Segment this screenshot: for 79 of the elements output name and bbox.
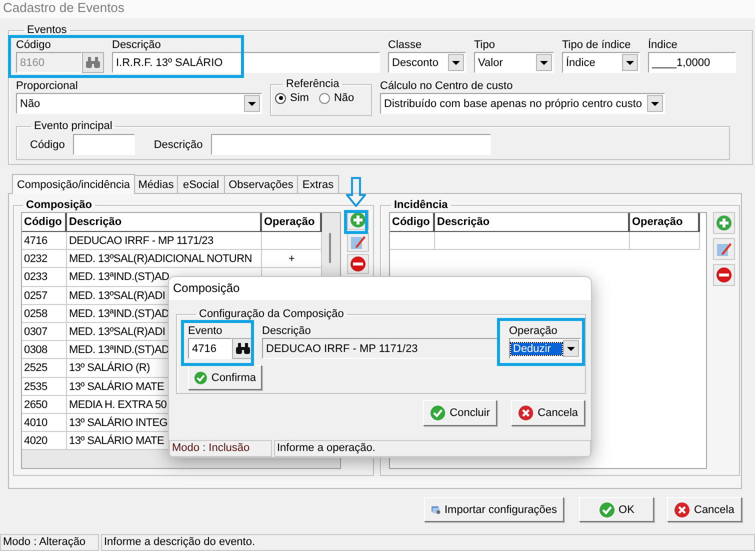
group-title: Eventos xyxy=(26,24,68,37)
field-label: Classe xyxy=(388,39,423,52)
status-message: Informe a operação. xyxy=(274,440,591,457)
down-arrow xyxy=(346,177,366,207)
status-mode: Modo : Alteração xyxy=(0,534,99,551)
binoculars-icon xyxy=(86,56,100,68)
action-button[interactable]: Cancela xyxy=(667,497,742,522)
dialog-button[interactable]: Concluir xyxy=(423,400,497,426)
check-icon xyxy=(430,406,446,420)
column-header[interactable]: Operação xyxy=(630,213,700,231)
field-label: Operação xyxy=(509,325,558,338)
cost-center-dropdown[interactable]: Distribuído com base apenas no próprio centro custo xyxy=(380,93,665,114)
edit-icon xyxy=(351,236,366,249)
edit-button[interactable] xyxy=(347,232,369,252)
plus-icon xyxy=(350,212,366,228)
operation-dropdown[interactable]: Deduzir xyxy=(509,338,581,359)
group-title: Incidência xyxy=(393,199,449,212)
edit-icon xyxy=(717,243,732,256)
column-header[interactable]: Código xyxy=(390,213,435,231)
edit-button[interactable] xyxy=(713,238,735,260)
plus-icon xyxy=(716,216,732,230)
remove-button[interactable] xyxy=(713,264,735,286)
action-button[interactable]: Importar configurações xyxy=(424,497,564,522)
column-header[interactable]: Descrição xyxy=(435,213,630,231)
tab[interactable]: Observações xyxy=(224,175,298,193)
table-cell xyxy=(630,232,700,250)
index-field[interactable]: ____1,0000 xyxy=(648,52,736,73)
table-cell xyxy=(390,232,435,250)
radio-button[interactable] xyxy=(318,92,330,104)
group-title: Composição xyxy=(25,199,94,212)
column-header[interactable]: Operação xyxy=(262,213,322,231)
field-label: Tipo de índice xyxy=(562,39,632,52)
highlight-frame xyxy=(344,210,368,234)
tab[interactable]: Composição/incidência xyxy=(12,174,135,194)
field-label: Cálculo no Centro de custo xyxy=(380,80,514,93)
column-header[interactable]: Código xyxy=(22,213,67,231)
radio-option[interactable]: Não xyxy=(318,92,354,104)
field-label: Descrição xyxy=(262,325,312,338)
type-dropdown[interactable]: Valor xyxy=(474,52,554,73)
tab[interactable]: Extras xyxy=(297,175,339,193)
event-field[interactable]: 4716 xyxy=(188,338,232,359)
field-label: Proporcional xyxy=(16,80,79,93)
index-type-dropdown[interactable]: Índice xyxy=(562,52,640,73)
field-label: Índice xyxy=(648,39,678,52)
action-button[interactable]: OK xyxy=(579,497,654,522)
window-title: Cadastro de Eventos xyxy=(3,0,124,15)
description-field[interactable] xyxy=(210,134,491,155)
table-cell: 4020 xyxy=(22,432,67,450)
remove-button[interactable] xyxy=(347,254,369,274)
add-button[interactable] xyxy=(713,212,735,234)
group-title: Evento principal xyxy=(33,120,114,133)
field-label: Evento xyxy=(188,325,224,338)
field-label: Tipo xyxy=(474,39,496,52)
field-label: Código xyxy=(16,39,52,52)
minus-icon xyxy=(350,256,366,272)
check-icon xyxy=(599,502,614,517)
radio-button[interactable] xyxy=(275,92,286,104)
confirm-button[interactable]: Confirma xyxy=(188,365,262,390)
class-dropdown[interactable]: Desconto xyxy=(388,52,466,73)
binoculars-icon xyxy=(236,342,250,354)
field-label: Código xyxy=(30,138,65,150)
import-icon xyxy=(432,506,440,514)
proportional-dropdown[interactable]: Não xyxy=(16,93,262,114)
dialog-button[interactable]: Cancela xyxy=(511,400,585,426)
group-title: Referência xyxy=(285,78,340,91)
cancel-icon xyxy=(674,502,690,517)
field-label: Descrição xyxy=(154,138,203,150)
radio-option[interactable]: Sim xyxy=(275,92,309,104)
check-icon xyxy=(194,371,207,384)
scrollbar-thumb[interactable] xyxy=(329,233,331,263)
cancel-icon xyxy=(518,406,534,420)
field-label: Descrição xyxy=(112,39,162,52)
status-message: Informe a descrição do evento. xyxy=(101,534,755,551)
code-field[interactable] xyxy=(72,134,135,155)
description-field: DEDUCAO IRRF - MP 1171/23 xyxy=(262,338,499,359)
status-mode: Modo : Inclusão xyxy=(169,440,272,457)
column-header[interactable]: Descrição xyxy=(67,213,262,231)
minus-icon xyxy=(716,268,732,282)
description-field[interactable]: I.R.R.F. 13º SALÁRIO xyxy=(112,52,380,73)
